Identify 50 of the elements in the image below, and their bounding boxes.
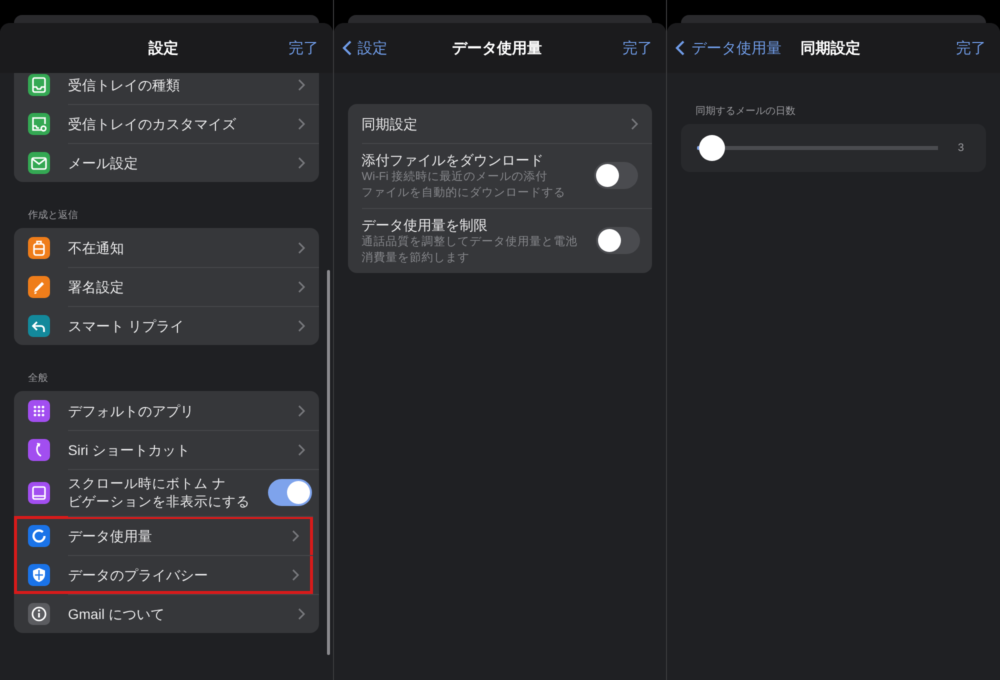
settings-item[interactable]: スマート リプライ: [14, 306, 319, 345]
settings-item[interactable]: デフォルトのアプリ: [14, 391, 319, 430]
toggle-switch[interactable]: [268, 479, 312, 506]
back-button[interactable]: データ使用量: [675, 38, 782, 58]
section-label: 作成と返信: [27, 208, 79, 223]
settings-item[interactable]: 同期設定: [348, 104, 652, 143]
setting-label: ビゲーションを非表示にする: [68, 492, 250, 510]
settings-item[interactable]: Gmail について: [14, 594, 319, 633]
done-button[interactable]: 完了: [288, 38, 319, 58]
chevron-icon: [298, 404, 305, 416]
chevron-icon: [298, 280, 305, 292]
chevron-icon: [292, 530, 299, 542]
back-chevron-icon: [342, 40, 352, 56]
section-label: 同期するメールの日数: [694, 104, 796, 119]
settings-item[interactable]: データ使用量: [14, 516, 313, 555]
chevron-icon: [298, 608, 305, 620]
chevron-icon: [298, 320, 305, 332]
chevron-icon: [298, 78, 305, 90]
setting-description: 通話品質を調整してデータ使用量と電池: [362, 234, 578, 250]
setting-label: データ使用量を制限: [362, 216, 489, 234]
settings-item[interactable]: 受信トレイのカスタマイズ: [14, 104, 319, 143]
chevron-icon: [298, 242, 305, 254]
toggle-switch[interactable]: [596, 227, 640, 254]
chevron-icon: [298, 118, 305, 130]
slider-thumb[interactable]: [698, 135, 725, 161]
chevron-icon: [298, 444, 305, 456]
settings-item[interactable]: メール設定: [14, 143, 319, 182]
chevron-icon: [292, 568, 299, 580]
chevron-icon: [631, 118, 638, 130]
settings-item[interactable]: 署名設定: [14, 267, 319, 306]
slider-value: 3: [958, 142, 964, 154]
setting-label: 添付ファイルをダウンロード: [362, 150, 545, 168]
done-button[interactable]: 完了: [622, 38, 652, 58]
screen-title: 設定: [148, 38, 178, 58]
back-chevron-icon: [675, 40, 686, 56]
setting-description: Wi-Fi 接続時に最近のメールの添付: [362, 170, 549, 184]
back-button[interactable]: 設定: [342, 38, 388, 58]
setting-label: スクロール時にボトム ナ: [68, 474, 227, 492]
setting-description: 消費量を節約します: [362, 250, 471, 266]
settings-item[interactable]: 受信トレイの種類: [14, 73, 319, 104]
section-label: 全般: [27, 372, 49, 386]
settings-item[interactable]: 不在通知: [14, 228, 319, 267]
toggle-switch[interactable]: [594, 162, 638, 189]
settings-item[interactable]: データのプライバシー: [14, 555, 313, 594]
screen-title: 同期設定: [800, 38, 861, 58]
settings-item[interactable]: Siri ショートカット: [14, 430, 319, 469]
screen-title: データ使用量: [452, 38, 542, 58]
done-button[interactable]: 完了: [956, 38, 986, 58]
chevron-icon: [298, 156, 305, 168]
setting-description: ファイルを自動的にダウンロードする: [362, 186, 567, 200]
